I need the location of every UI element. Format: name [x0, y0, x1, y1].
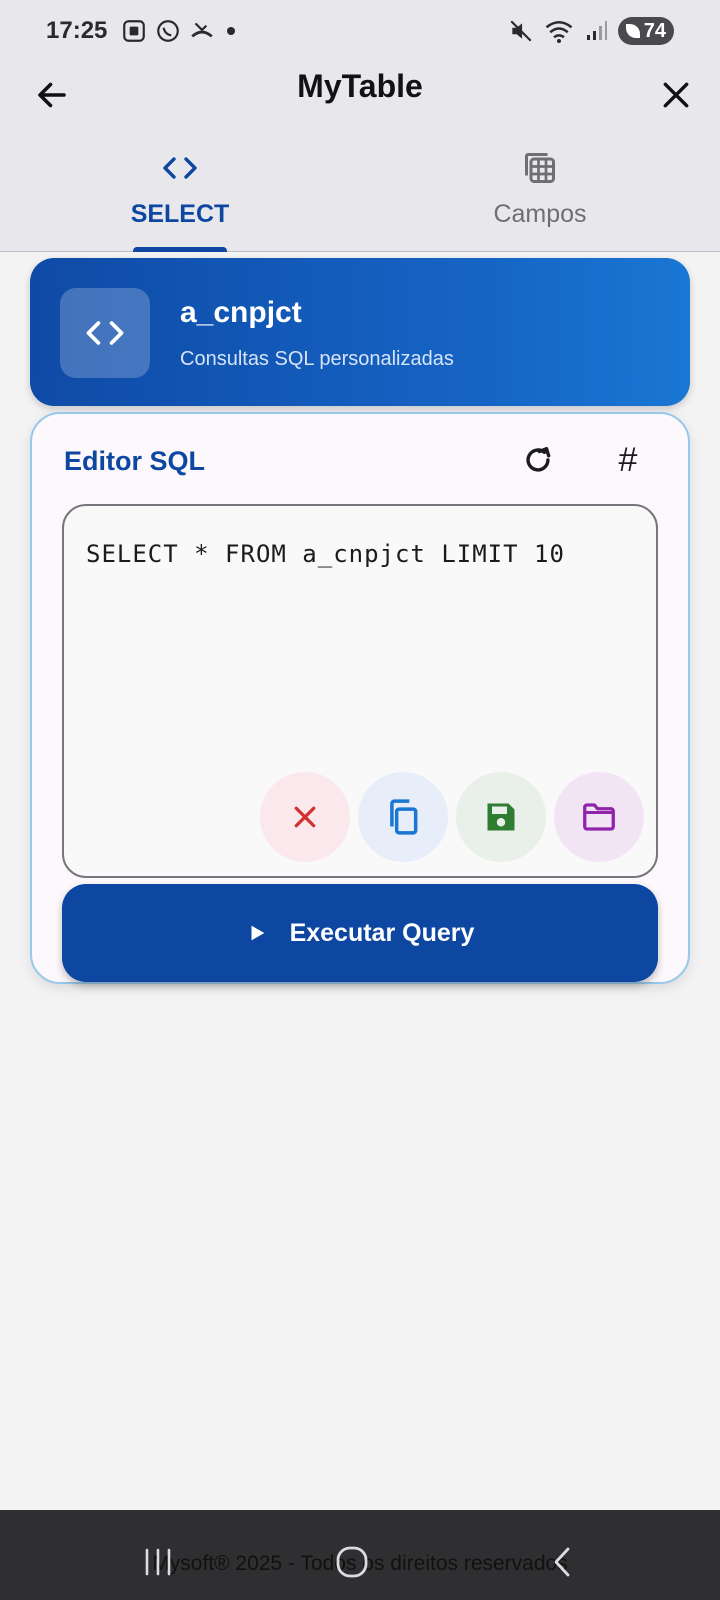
dot-icon	[227, 27, 236, 35]
home-icon	[336, 1546, 368, 1578]
editor-actions	[260, 772, 644, 862]
mute-icon	[510, 20, 532, 42]
code-icon	[163, 157, 197, 179]
table-header-card: a_cnpjct Consultas SQL personalizadas	[30, 258, 690, 406]
signal-icon	[586, 21, 607, 40]
recent-apps-icon	[145, 1548, 171, 1576]
back-nav-icon	[554, 1547, 570, 1577]
home-button[interactable]	[322, 1542, 382, 1582]
status-time: 17:25	[46, 17, 108, 44]
code-icon	[86, 321, 124, 345]
status-bar: 17:25 74	[0, 0, 720, 62]
app-bar: MyTable SELECT Campos	[0, 62, 720, 252]
open-folder-button[interactable]	[554, 772, 644, 862]
tab-bar: SELECT Campos	[0, 146, 720, 252]
copy-button[interactable]	[358, 772, 448, 862]
tab-indicator	[133, 247, 227, 252]
battery-level: 74	[643, 19, 666, 42]
screenshot-icon	[123, 20, 146, 42]
execute-query-button[interactable]: Executar Query	[62, 884, 658, 982]
tab-campos[interactable]: Campos	[360, 146, 720, 252]
sql-input[interactable]: SELECT * FROM a_cnpjct LIMIT 10	[62, 504, 658, 878]
table-subtitle: Consultas SQL personalizadas	[180, 348, 454, 370]
tab-campos-label: Campos	[493, 200, 587, 228]
back-nav-button[interactable]	[532, 1542, 592, 1582]
save-icon	[487, 803, 515, 831]
close-button[interactable]	[648, 67, 704, 123]
header-icon-box	[60, 288, 150, 378]
missed-call-icon	[191, 22, 214, 38]
folder-icon	[583, 803, 615, 831]
play-icon	[251, 925, 264, 941]
clear-button[interactable]	[260, 772, 350, 862]
recent-apps-button[interactable]	[128, 1542, 188, 1582]
notification-icons	[121, 18, 239, 44]
line-numbers-button[interactable]: #	[600, 432, 656, 488]
battery-leaf-icon	[625, 24, 640, 38]
save-button[interactable]	[456, 772, 546, 862]
sql-query-text[interactable]: SELECT * FROM a_cnpjct LIMIT 10	[86, 540, 565, 568]
page-title: MyTable	[297, 68, 423, 104]
system-icons: 74	[508, 17, 674, 45]
execute-query-label: Executar Query	[289, 918, 475, 947]
table-icon	[525, 153, 555, 183]
refresh-icon	[526, 446, 551, 472]
editor-title: Editor SQL	[64, 446, 205, 476]
close-icon	[663, 82, 689, 108]
whatsapp-icon	[157, 20, 180, 42]
tab-select-label: SELECT	[130, 200, 230, 228]
copy-icon	[390, 799, 418, 835]
battery-icon: 74	[617, 17, 674, 45]
clear-icon	[294, 806, 316, 828]
sql-editor-card: Editor SQL # SELECT * FROM a_cnpjct LIMI…	[30, 412, 690, 984]
tab-select[interactable]: SELECT	[0, 146, 360, 252]
wifi-icon	[545, 21, 573, 43]
refresh-button[interactable]	[510, 432, 566, 488]
table-name: a_cnpjct	[180, 296, 302, 329]
hash-icon: #	[618, 440, 638, 479]
